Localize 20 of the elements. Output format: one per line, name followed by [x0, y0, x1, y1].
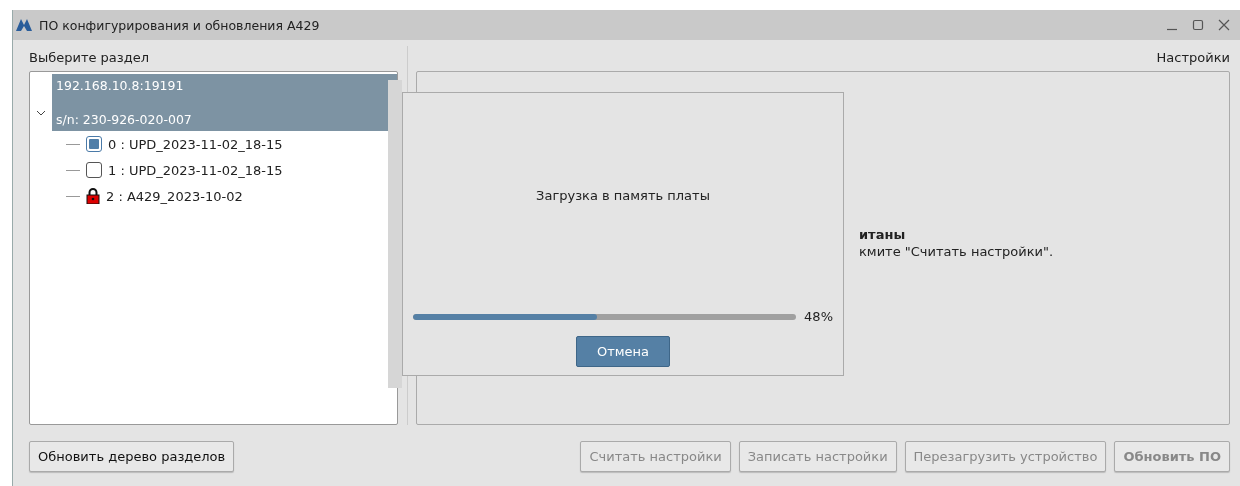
progress-reading: 48% [804, 309, 833, 324]
section-label: Выберите раздел [29, 49, 151, 67]
partition-label[interactable]: 0 : UPD_2023-11-02_18-15 [108, 136, 283, 152]
checkbox[interactable] [86, 136, 102, 152]
checkbox[interactable] [86, 162, 102, 178]
message-text: кмите "Считать настройки". [859, 244, 1054, 259]
cancel-button[interactable]: Отмена [575, 336, 671, 367]
app-logo-icon [15, 18, 33, 32]
dialog-message: Загрузка в память платы [536, 188, 710, 203]
padlock-icon [86, 188, 100, 204]
partition-label[interactable]: 1 : UPD_2023-11-02_18-15 [108, 162, 283, 178]
chevron-icon[interactable] [36, 108, 46, 117]
maximize-icon[interactable] [1192, 19, 1204, 31]
close-icon[interactable] [1218, 19, 1230, 31]
settings-label: Настройки [1155, 49, 1230, 67]
window-title: ПО конфигурирования и обновления А429 [39, 17, 321, 33]
message-title: итаны [859, 227, 907, 242]
refresh-tree-button[interactable]: Обновить дерево разделов [29, 441, 235, 472]
device-node[interactable]: 192.168.10.8:19191 s/n: 230-926-020-007 [52, 74, 397, 131]
partition-label[interactable]: 2 : A429_2023-10-02 [106, 188, 243, 204]
